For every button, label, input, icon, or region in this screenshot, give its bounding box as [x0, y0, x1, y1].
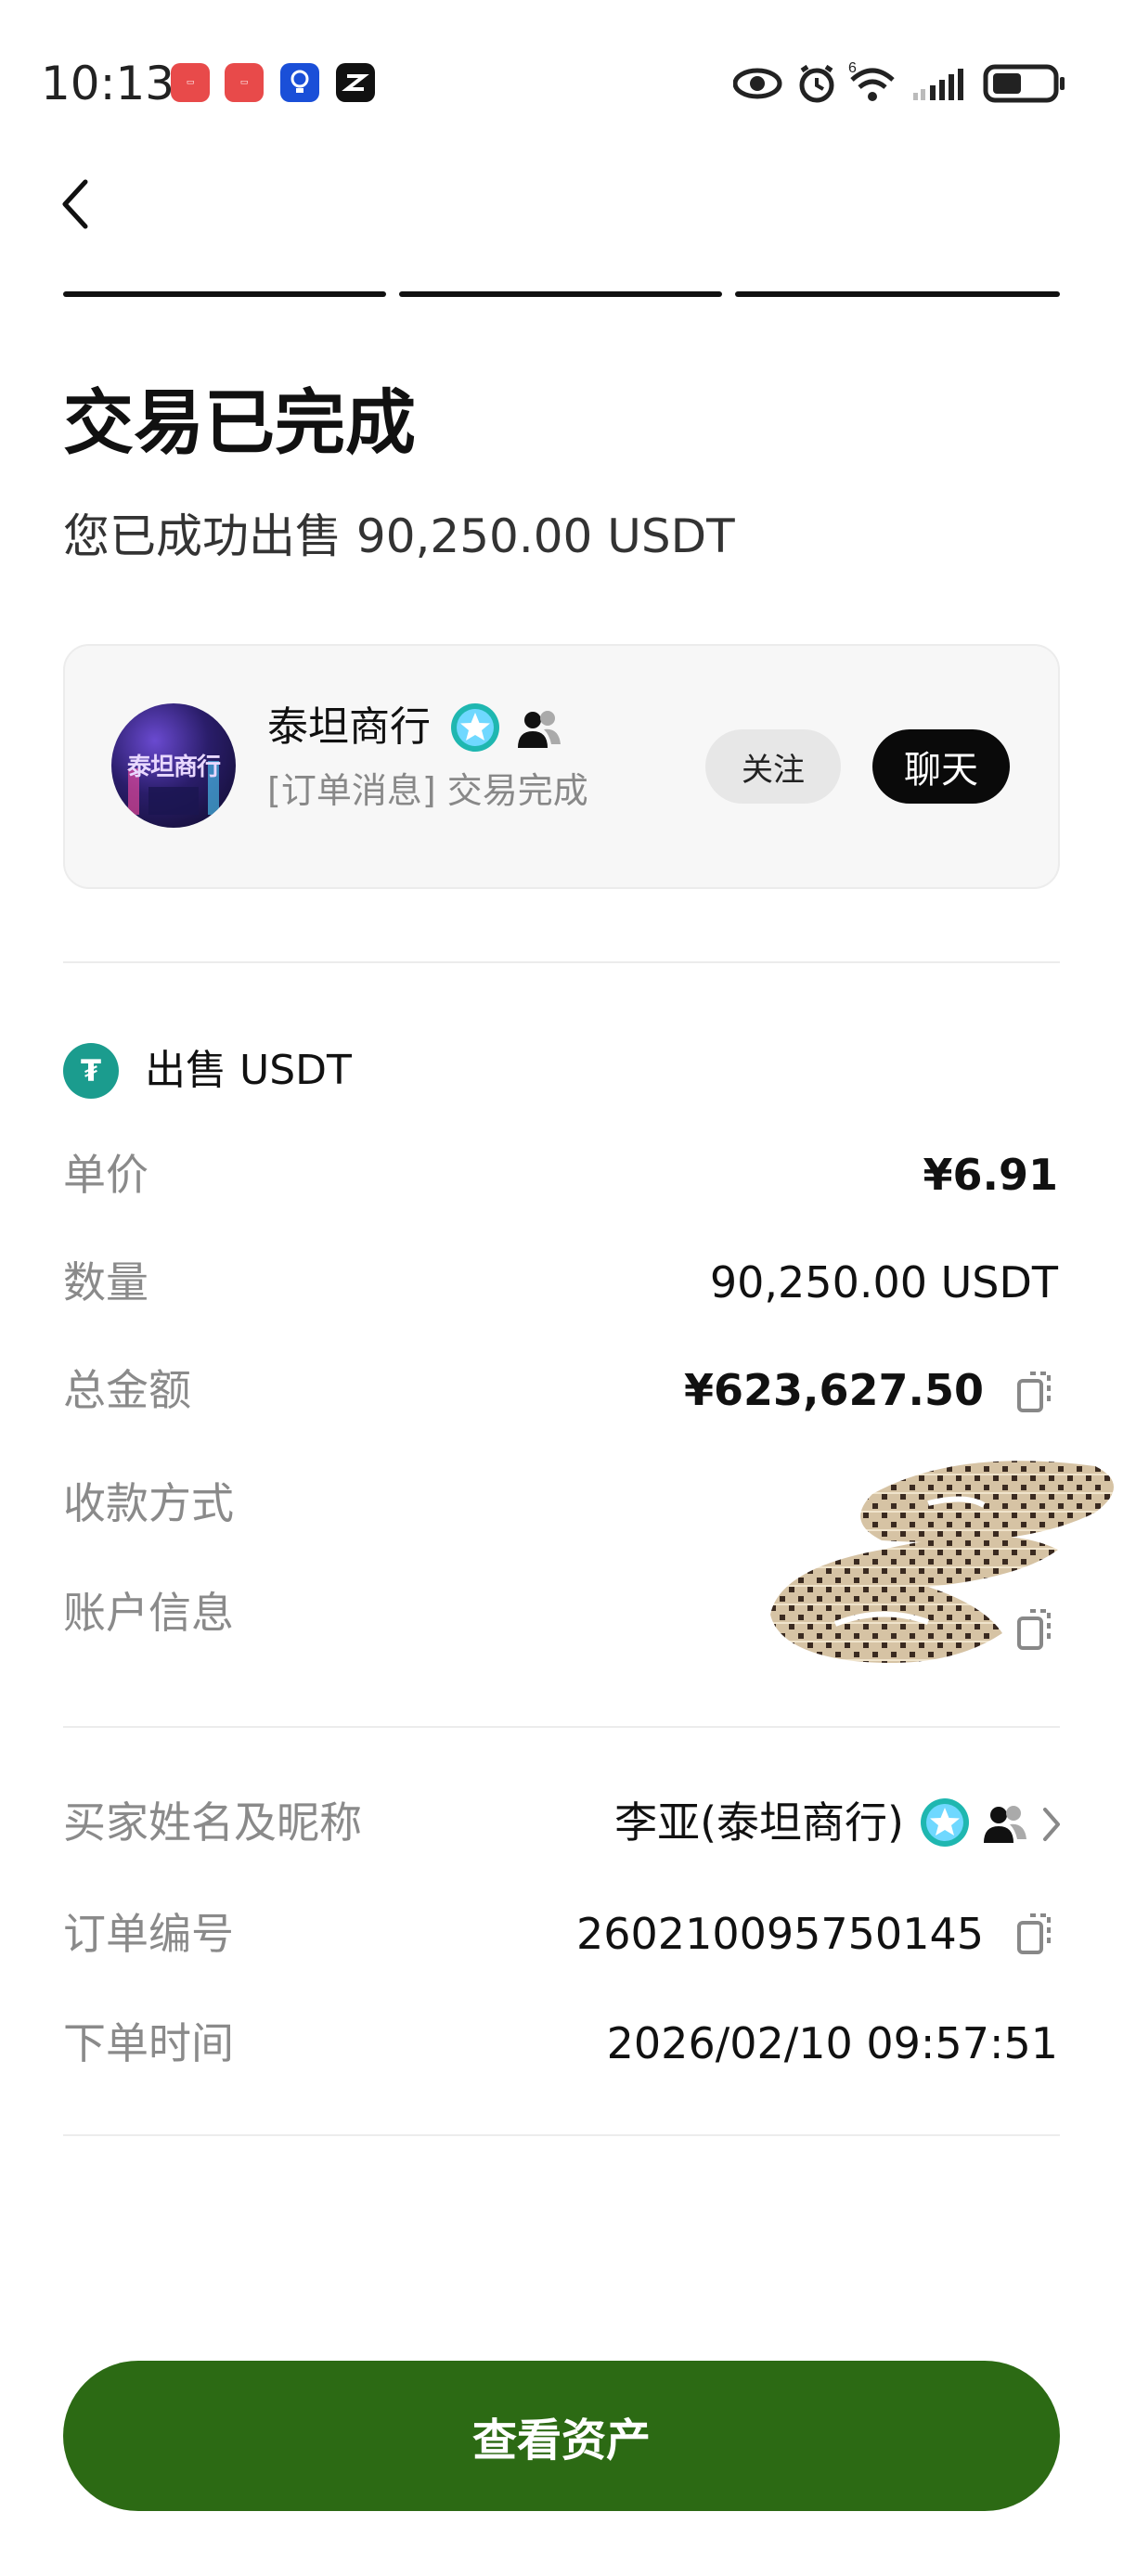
- unit-price-value: ¥6.91: [923, 1150, 1058, 1200]
- capcut-app-icon: [336, 63, 375, 102]
- buyer-name-value[interactable]: 李亚(泰坦商行): [614, 1795, 904, 1850]
- back-arrow-icon[interactable]: [58, 176, 95, 232]
- quantity-value: 90,250.00 USDT: [709, 1257, 1058, 1307]
- account-info-label: 账户信息: [63, 1588, 234, 1638]
- verified-star-icon: [451, 703, 499, 752]
- divider: [63, 2134, 1060, 2136]
- merchant-avatar[interactable]: 泰坦商行: [111, 703, 236, 828]
- status-time: 10:13: [41, 57, 175, 110]
- view-assets-button[interactable]: 查看资产: [63, 2361, 1060, 2511]
- battery-icon: [983, 64, 1065, 103]
- tether-icon: ₮: [63, 1043, 119, 1099]
- status-right-icons: 6: [733, 60, 1065, 103]
- total-amount-value: ¥623,627.50: [683, 1365, 984, 1415]
- progress-step-3: [735, 291, 1060, 297]
- users-icon: [518, 711, 561, 748]
- progress-step-1: [63, 291, 386, 297]
- avatar-text: 泰坦商行: [126, 753, 221, 781]
- copy-icon[interactable]: [1015, 1910, 1056, 1958]
- huawei-app-icon: ▭: [225, 63, 264, 102]
- chevron-right-icon[interactable]: [1039, 1804, 1064, 1845]
- redaction-scribble: [770, 1461, 1114, 1663]
- order-time-value: 2026/02/10 09:57:51: [606, 2018, 1058, 2068]
- progress-step-2: [399, 291, 722, 297]
- quantity-label: 数量: [63, 1257, 148, 1307]
- order-time-label: 下单时间: [63, 2018, 234, 2068]
- follow-button[interactable]: 关注: [705, 729, 841, 804]
- divider: [63, 961, 1060, 963]
- merchant-name: 泰坦商行: [267, 703, 431, 751]
- page-title: 交易已完成: [63, 381, 416, 464]
- merchant-message: [订单消息] 交易完成: [267, 770, 588, 811]
- divider: [63, 1726, 1060, 1728]
- bulb-app-icon: [280, 63, 319, 102]
- eye-icon: [733, 68, 782, 99]
- buyer-name-label: 买家姓名及昵称: [63, 1797, 362, 1848]
- page-subtitle: 您已成功出售 90,250.00 USDT: [63, 509, 735, 563]
- order-number-value: 260210095750145: [576, 1909, 984, 1959]
- chat-button[interactable]: 聊天: [872, 729, 1010, 804]
- wifi-icon: 6: [848, 60, 895, 101]
- unit-price-label: 单价: [63, 1150, 148, 1200]
- verified-star-icon: [921, 1798, 969, 1847]
- signal-icon: [913, 69, 963, 100]
- users-icon: [984, 1806, 1026, 1843]
- alarm-icon: [799, 64, 834, 103]
- wifi-badge: 6: [848, 60, 857, 76]
- huawei-app-icon: ▭: [171, 63, 210, 102]
- order-section-title: 出售 USDT: [145, 1047, 352, 1094]
- copy-icon[interactable]: [1015, 1368, 1056, 1416]
- payment-method-label: 收款方式: [63, 1478, 234, 1528]
- order-number-label: 订单编号: [63, 1909, 234, 1959]
- total-amount-label: 总金额: [63, 1365, 191, 1415]
